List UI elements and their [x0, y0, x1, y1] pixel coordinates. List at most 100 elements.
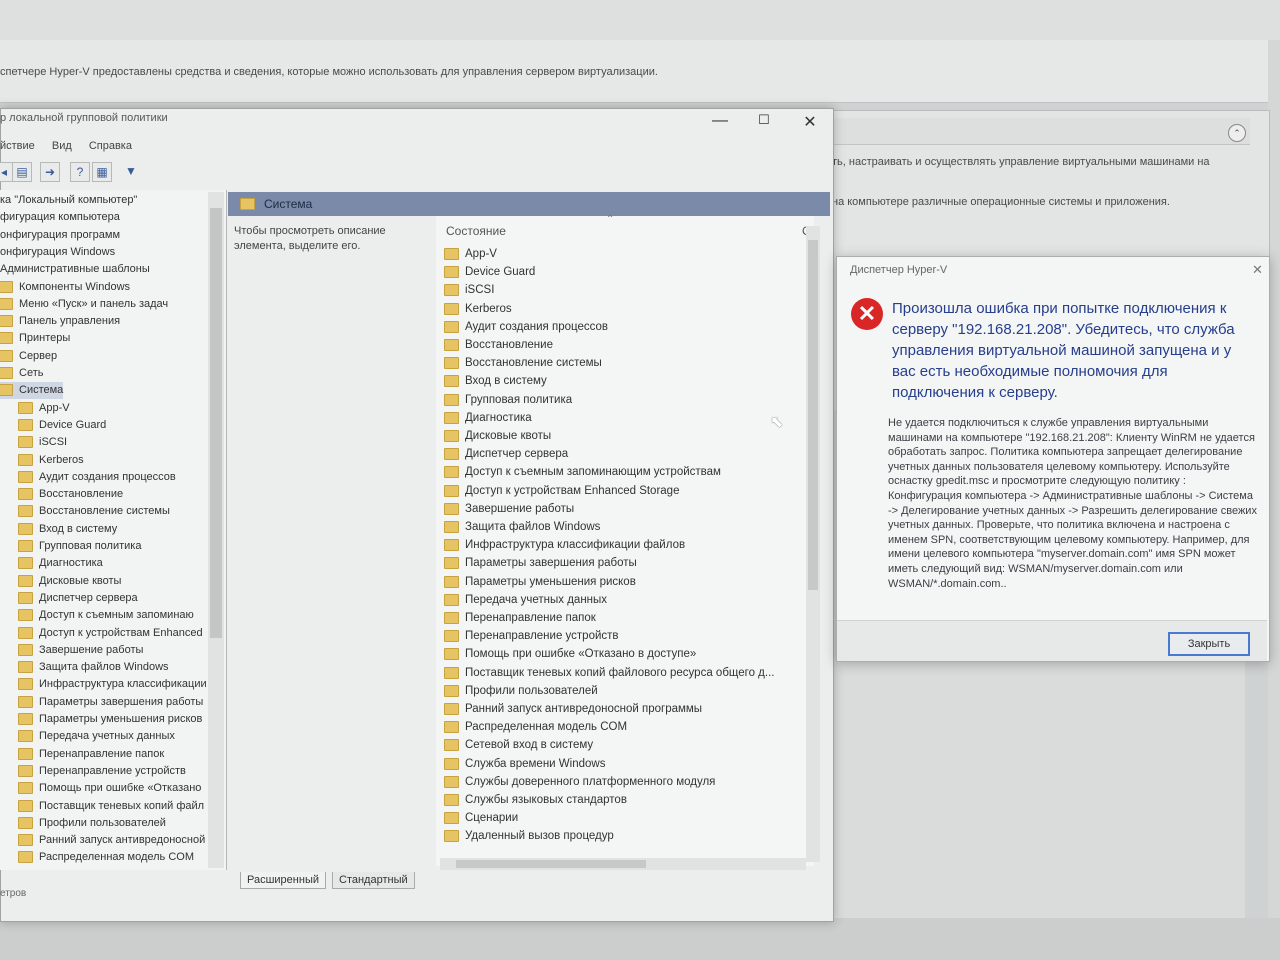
tree-item[interactable]: ка "Локальный компьютер" — [0, 192, 137, 209]
list-item[interactable]: Диагностика — [444, 409, 532, 427]
list-item[interactable]: Сетевой вход в систему — [444, 736, 593, 754]
tree-item[interactable]: Административные шаблоны — [0, 261, 150, 278]
list-item[interactable]: Аудит создания процессов — [444, 318, 608, 336]
tree-item[interactable]: Kerberos — [18, 452, 84, 469]
folder-icon — [444, 648, 459, 661]
tree-item[interactable]: Сервер — [0, 348, 57, 365]
list-item[interactable]: Дисковые квоты — [444, 427, 551, 445]
tree-item[interactable]: Принтеры — [0, 330, 70, 347]
tree-item[interactable]: Диспетчер сервера — [18, 590, 138, 607]
tree-item[interactable]: фигурация компьютера — [0, 209, 120, 226]
minimize-button[interactable]: — — [706, 112, 734, 136]
tree-item-label: Распределенная модель COM — [39, 851, 195, 864]
filter-icon[interactable]: ▼ — [122, 162, 140, 180]
list-item[interactable]: iSCSI — [444, 281, 494, 299]
list-item[interactable]: App-V — [444, 245, 497, 263]
tree-scrollbar-thumb[interactable] — [210, 208, 222, 638]
list-item[interactable]: Инфраструктура классификации файлов — [444, 536, 685, 554]
folder-icon — [444, 338, 459, 351]
list-item[interactable]: Доступ к устройствам Enhanced Storage — [444, 482, 679, 500]
list-vertical-scrollbar-thumb[interactable] — [808, 240, 818, 590]
tree-item[interactable]: Помощь при ошибке «Отказано — [18, 780, 201, 797]
center-header — [228, 192, 830, 216]
collapse-icon[interactable]: ⌃ — [1228, 124, 1246, 142]
tree-item[interactable]: Параметры уменьшения рисков — [18, 711, 202, 728]
tree-item[interactable]: Система — [0, 382, 64, 400]
tree-item[interactable]: Групповая политика — [18, 538, 141, 555]
tree-item[interactable]: Дисковые квоты — [18, 573, 121, 590]
list-item[interactable]: Перенаправление устройств — [444, 627, 619, 645]
list-item[interactable]: Удаленный вызов процедур — [444, 827, 614, 845]
list-item[interactable]: Помощь при ошибке «Отказано в доступе» — [444, 645, 696, 663]
tree-item[interactable]: Перенаправление папок — [18, 746, 164, 763]
tree-item[interactable]: Доступ к съемным запоминаю — [18, 607, 194, 624]
list-item[interactable]: Доступ к съемным запоминающим устройства… — [444, 463, 721, 481]
tree-item[interactable]: Восстановление — [18, 486, 123, 503]
tree-item[interactable]: Доступ к устройствам Enhanced — [18, 625, 203, 642]
tree-item[interactable]: Распределенная модель COM — [18, 849, 194, 866]
tree-item[interactable]: Компоненты Windows — [0, 279, 130, 296]
folder-icon — [18, 401, 33, 414]
list-item[interactable]: Служба времени Windows — [444, 755, 605, 773]
list-item[interactable]: Службы доверенного платформенного модуля — [444, 773, 715, 791]
list-item[interactable]: Kerberos — [444, 300, 512, 318]
tree-item[interactable]: Вход в систему — [18, 521, 117, 538]
tree-item[interactable]: Device Guard — [18, 417, 106, 434]
menu-action[interactable]: йствие — [0, 140, 35, 152]
tree-item[interactable]: iSCSI — [18, 434, 67, 451]
list-item[interactable]: Сценарии — [444, 809, 518, 827]
list-item[interactable]: Распределенная модель COM — [444, 718, 627, 736]
list-item[interactable]: Диспетчер сервера — [444, 445, 568, 463]
list-item[interactable]: Групповая политика — [444, 391, 572, 409]
dialog-close-icon[interactable]: ✕ — [1252, 262, 1263, 278]
menu-help[interactable]: Справка — [89, 140, 132, 152]
tab-standard[interactable]: Стандартный — [332, 872, 415, 889]
list-item[interactable]: Службы языковых стандартов — [444, 791, 627, 809]
tree-item[interactable]: Панель управления — [0, 313, 120, 330]
list-item[interactable]: Параметры уменьшения рисков — [444, 573, 636, 591]
close-button[interactable]: Закрыть — [1168, 632, 1250, 656]
tree-item[interactable]: Перенаправление устройств — [18, 763, 186, 780]
list-item[interactable]: Перенаправление папок — [444, 609, 596, 627]
list-item[interactable]: Device Guard — [444, 263, 535, 281]
folder-icon — [18, 626, 33, 639]
maximize-button[interactable]: ☐ — [750, 112, 778, 136]
list-item[interactable]: Передача учетных данных — [444, 591, 607, 609]
show-hide-tree-icon[interactable]: ▤ — [12, 162, 32, 182]
list-item[interactable]: Профили пользователей — [444, 682, 598, 700]
export-list-icon[interactable]: ➜ — [40, 162, 60, 182]
tree-item[interactable]: Параметры завершения работы — [18, 694, 203, 711]
folder-icon — [444, 484, 459, 497]
list-item[interactable]: Защита файлов Windows — [444, 518, 600, 536]
tree-item[interactable]: Меню «Пуск» и панель задач — [0, 296, 168, 313]
error-icon: ✕ — [851, 298, 883, 330]
tree-item[interactable]: онфигурация Windows — [0, 244, 115, 261]
list-item[interactable]: Завершение работы — [444, 500, 574, 518]
tree-item[interactable]: Аудит создания процессов — [18, 469, 176, 486]
help-icon[interactable]: ? — [70, 162, 90, 182]
list-item[interactable]: Восстановление — [444, 336, 553, 354]
menu-view[interactable]: Вид — [52, 140, 72, 152]
list-item[interactable]: Параметры завершения работы — [444, 554, 637, 572]
tree-item[interactable]: Сеть — [0, 365, 43, 382]
tree-item[interactable]: App-V — [18, 400, 70, 417]
tree-item[interactable]: Ранний запуск антивредоносной — [18, 832, 205, 849]
column-header-state[interactable]: Состояние — [446, 224, 506, 238]
tree-item[interactable]: Восстановление системы — [18, 503, 170, 520]
tree-item[interactable]: онфигурация программ — [0, 227, 120, 244]
list-item[interactable]: Поставщик теневых копий файлового ресурс… — [444, 664, 774, 682]
tree-item[interactable]: Профили пользователей — [18, 815, 166, 832]
tab-extended[interactable]: Расширенный — [240, 872, 326, 889]
tree-item[interactable]: Инфраструктура классификации — [18, 676, 207, 693]
tree-item[interactable]: Диагностика — [18, 555, 103, 572]
list-item[interactable]: Вход в систему — [444, 372, 547, 390]
properties-icon[interactable]: ▦ — [92, 162, 112, 182]
tree-item[interactable]: Защита файлов Windows — [18, 659, 169, 676]
list-horizontal-scrollbar-thumb[interactable] — [456, 860, 646, 868]
tree-item[interactable]: Завершение работы — [18, 642, 143, 659]
list-item[interactable]: Восстановление системы — [444, 354, 602, 372]
close-window-button[interactable]: ✕ — [796, 112, 824, 136]
tree-item[interactable]: Поставщик теневых копий файл — [18, 798, 204, 815]
tree-item[interactable]: Передача учетных данных — [18, 728, 175, 745]
list-item[interactable]: Ранний запуск антивредоносной программы — [444, 700, 702, 718]
